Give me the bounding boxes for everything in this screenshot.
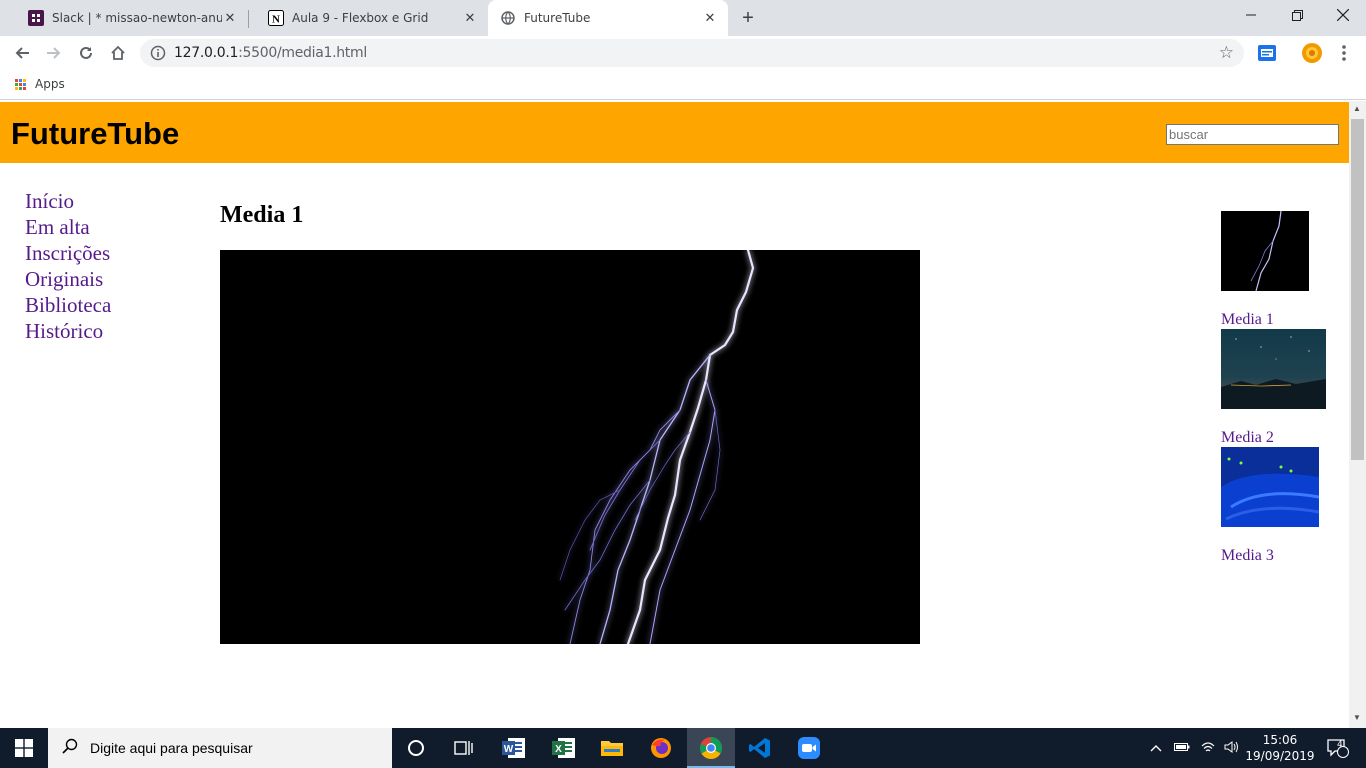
page-scrollbar[interactable]: ▲ ▼ (1349, 101, 1366, 728)
slack-icon (28, 10, 44, 26)
apps-bookmark[interactable]: Apps (15, 77, 65, 91)
related-media-list: Media 1 Media 2 Media 3 (1221, 211, 1327, 565)
scrollbar-thumb[interactable] (1351, 119, 1364, 460)
info-icon[interactable] (150, 45, 166, 61)
cortana-icon[interactable] (392, 728, 440, 768)
minimize-icon[interactable] (1228, 0, 1274, 30)
apps-label: Apps (35, 77, 65, 91)
zoom-icon[interactable] (785, 728, 833, 768)
menu-icon[interactable] (1334, 43, 1354, 63)
close-tab-icon[interactable]: ✕ (222, 10, 238, 26)
clock[interactable]: 15:06 19/09/2019 (1240, 732, 1320, 764)
related-item-media-2[interactable]: Media 2 (1221, 329, 1327, 447)
related-item-media-1[interactable]: Media 1 (1221, 211, 1311, 329)
globe-icon (500, 10, 516, 26)
thumbnail-network-cables (1221, 447, 1319, 527)
chevron-up-icon[interactable] (1150, 741, 1162, 755)
browser-toolbar: 127.0.0.1:5500/media1.html ☆ (0, 36, 1366, 70)
address-bar[interactable]: 127.0.0.1:5500/media1.html ☆ (140, 39, 1244, 67)
nav-link-em-alta[interactable]: Em alta (25, 214, 111, 240)
related-item-label: Media 1 (1221, 311, 1274, 328)
system-tray (1150, 728, 1240, 768)
nav-link-inscricoes[interactable]: Inscrições (25, 240, 111, 266)
clock-date: 19/09/2019 (1245, 749, 1315, 763)
apps-grid-icon (15, 78, 26, 90)
tab-title: Slack | * missao-newton-anunciou (52, 11, 222, 25)
nav-link-originais[interactable]: Originais (25, 266, 111, 292)
svg-text:W: W (504, 744, 514, 755)
close-tab-icon[interactable]: ✕ (702, 10, 718, 26)
vscode-icon[interactable] (736, 728, 784, 768)
close-tab-icon[interactable]: ✕ (462, 10, 478, 26)
chrome-icon[interactable] (687, 728, 735, 768)
page-viewport: FutureTube Início Em alta Inscrições Ori… (0, 101, 1349, 728)
scroll-down-icon[interactable]: ▼ (1353, 713, 1361, 722)
file-explorer-icon[interactable] (588, 728, 636, 768)
taskbar-search[interactable]: Digite aqui para pesquisar (48, 728, 392, 768)
notification-count: 4 (1337, 740, 1343, 750)
tab-aula9[interactable]: N Aula 9 - Flexbox e Grid ✕ (248, 0, 488, 36)
tab-slack[interactable]: Slack | * missao-newton-anunciou ✕ (8, 0, 249, 36)
svg-text:X: X (555, 744, 562, 755)
home-icon[interactable] (104, 39, 132, 67)
lightning-image (220, 250, 920, 644)
search-input[interactable] (1166, 124, 1339, 145)
notifications-icon[interactable]: 4 (1318, 728, 1358, 768)
bookmark-star-icon[interactable]: ☆ (1219, 43, 1234, 63)
video-player[interactable] (220, 250, 920, 644)
restore-icon[interactable] (1274, 0, 1320, 30)
clock-time: 15:06 (1262, 733, 1298, 747)
thumbnail-lightning (1221, 211, 1309, 291)
media-title: Media 1 (220, 202, 304, 228)
nav-link-inicio[interactable]: Início (25, 188, 111, 214)
site-logo[interactable]: FutureTube (11, 116, 179, 152)
nav-link-biblioteca[interactable]: Biblioteca (25, 292, 111, 318)
related-item-media-3[interactable]: Media 3 (1221, 447, 1321, 565)
forward-icon[interactable] (40, 39, 68, 67)
windows-start-icon[interactable] (0, 728, 48, 768)
firefox-icon[interactable] (637, 728, 685, 768)
thumbnail-night-sky (1221, 329, 1326, 409)
task-view-icon[interactable] (440, 728, 488, 768)
battery-icon[interactable] (1174, 741, 1190, 755)
volume-icon[interactable] (1224, 740, 1240, 757)
scroll-up-icon[interactable]: ▲ (1353, 104, 1361, 113)
wifi-icon[interactable] (1200, 741, 1216, 756)
new-tab-icon[interactable]: + (736, 6, 760, 30)
excel-icon[interactable]: X (540, 728, 588, 768)
related-item-label: Media 2 (1221, 429, 1274, 446)
tab-strip: Slack | * missao-newton-anunciou ✕ N Aul… (0, 0, 1366, 36)
search-icon (62, 738, 78, 759)
back-icon[interactable] (8, 39, 36, 67)
main-nav: Início Em alta Inscrições Originais Bibl… (25, 188, 111, 344)
close-window-icon[interactable] (1320, 0, 1366, 30)
nav-link-historico[interactable]: Histórico (25, 318, 111, 344)
extension-icon[interactable] (1257, 43, 1277, 63)
site-header: FutureTube (0, 102, 1349, 163)
tab-futuretube[interactable]: FutureTube ✕ (488, 0, 728, 36)
windows-taskbar: Digite aqui para pesquisar W X 15:06 19/… (0, 728, 1366, 768)
tab-title: Aula 9 - Flexbox e Grid (292, 11, 429, 25)
bookmarks-bar: Apps (0, 70, 1366, 100)
profile-avatar[interactable] (1302, 43, 1322, 63)
taskbar-search-placeholder: Digite aqui para pesquisar (90, 740, 253, 756)
word-icon[interactable]: W (490, 728, 538, 768)
svg-text:N: N (272, 14, 280, 26)
reload-icon[interactable] (72, 39, 100, 67)
notion-icon: N (268, 10, 284, 26)
url-text: 127.0.0.1:5500/media1.html (174, 45, 367, 61)
related-item-label: Media 3 (1221, 547, 1274, 564)
tab-title: FutureTube (524, 11, 591, 25)
